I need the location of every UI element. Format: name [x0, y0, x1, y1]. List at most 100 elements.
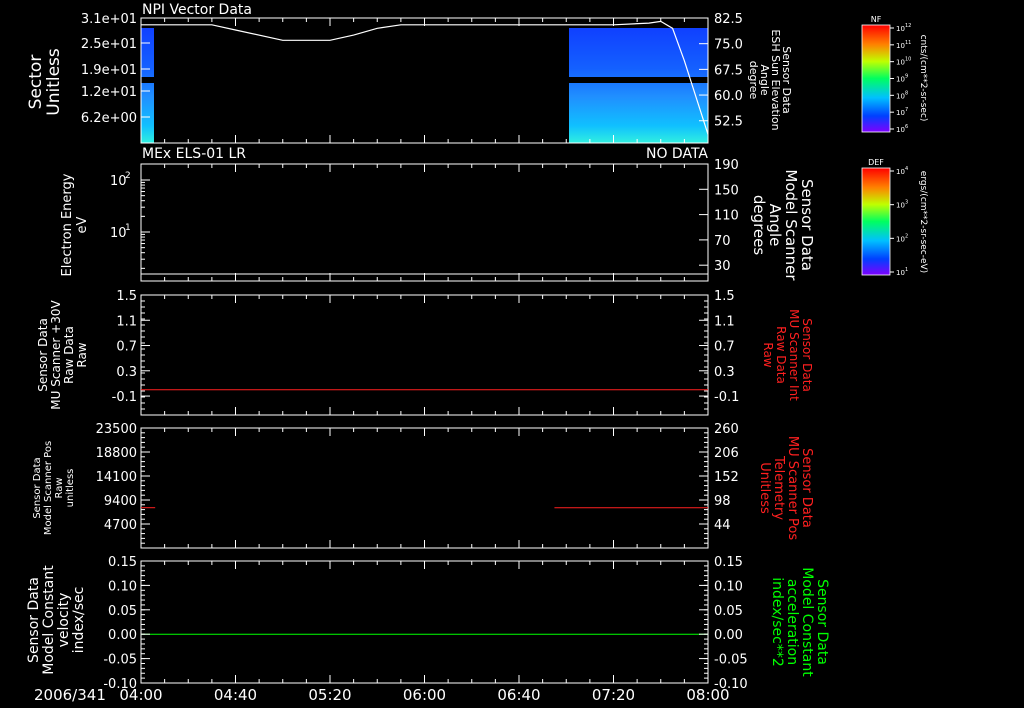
- panel4-ylabel-right-3: Telemetry: [771, 455, 786, 520]
- panel5-left-label-4: -0.05: [103, 653, 137, 668]
- panel3-ylabel-right-1: Sensor Data: [800, 318, 814, 392]
- colorbar-nf-label-1: 10: [896, 42, 905, 50]
- x-tick-label-0: 04:00: [119, 686, 162, 704]
- chart-figure: NPI Vector Data 3.1e+01 2.5e+01 1.9e+01 1.2…: [26, 2, 928, 704]
- panel1-right-label-4: 52.5: [714, 115, 743, 130]
- panel4-ylabel-left-4: unitless: [65, 469, 76, 508]
- panel2-ylabel-left-2: eV: [75, 216, 90, 233]
- panel2-no-data: NO DATA: [646, 146, 708, 162]
- colorbar-def-ticks: 10 410 310 210 1: [890, 166, 908, 277]
- panel2-right-label-1: 150: [714, 183, 739, 198]
- colorbar-nf-ticks: 10 1210 1110 1010 910 810 710 6: [890, 23, 911, 134]
- colorbar-nf-exp-2: 10: [905, 57, 911, 63]
- colorbar-def-label-3: 10: [896, 269, 905, 277]
- colorbar-nf-units: cnts/(cm**2-sr-sec): [918, 35, 928, 122]
- colorbar-nf-label-3: 10: [896, 76, 905, 84]
- colorbar-def-exp-1: 3: [905, 200, 908, 206]
- panel2-right-ticks: 190 150 110 70 30: [699, 158, 739, 274]
- colorbar-nf-label-0: 10: [896, 25, 905, 33]
- colorbar-nf-exp-5: 7: [905, 107, 908, 113]
- panel2-right-label-3: 70: [714, 234, 731, 249]
- x-tick-label-4: 06:40: [497, 686, 540, 704]
- panel5-ylabel-left-4: index/sec: [71, 587, 87, 654]
- panel5-left-label-0: 0.15: [108, 555, 137, 570]
- panel5-ylabel-left-3: velocity: [56, 593, 72, 648]
- x-tick-label-3: 06:00: [403, 686, 446, 704]
- panel5-ylabel-right-1: Sensor Data: [814, 579, 830, 665]
- panel1-left-label-0: 3.1e+01: [81, 12, 137, 27]
- panel1-heatmap-gap-a: [141, 77, 154, 83]
- panel4-ylabel-right-2: MU Scanner Pos: [785, 436, 800, 541]
- panel1-heatmap-a: [141, 28, 154, 143]
- panel4-right-label-1: 206: [714, 446, 739, 461]
- panel-npi-vector: NPI Vector Data 3.1e+01 2.5e+01 1.9e+01 1.2…: [26, 2, 793, 144]
- panel4-left-label-3: 9400: [104, 494, 137, 509]
- panel3-right-label-1: 1.1: [714, 314, 735, 329]
- colorbar-nf-label: NF: [871, 15, 882, 24]
- colorbar-def-bar: [861, 167, 891, 276]
- panel2-right-label-0: 190: [714, 158, 739, 173]
- panel2-x-ticks: [140, 164, 709, 281]
- colorbar-nf-label-5: 10: [896, 109, 905, 117]
- panel3-right-label-2: 0.7: [714, 340, 735, 355]
- panel2-right-label-2: 110: [714, 209, 739, 224]
- colorbar-def-label-0: 10: [896, 168, 905, 176]
- panel-model-scanner-pos: 23500 18800 14100 9400 4700 260 206 152 98 44 Se…: [32, 422, 814, 549]
- panel4-left-label-2: 14100: [96, 470, 137, 485]
- panel4-x-ticks: [140, 428, 709, 548]
- panel1-heatmap-gap-b: [569, 77, 708, 83]
- colorbar-nf-exp-6: 6: [905, 124, 908, 130]
- colorbar-nf: NF 10 1210 1110 1010 910 810 710 6 cnts/(cm**2-…: [861, 15, 928, 134]
- panel1-ylabel-right-4: degree: [747, 61, 760, 100]
- colorbar-nf-exp-4: 8: [905, 90, 908, 96]
- colorbar-def-label-2: 10: [896, 235, 905, 243]
- panel1-heatmap-b: [569, 28, 708, 143]
- panel4-right-label-2: 152: [714, 470, 739, 485]
- panel2-ylabel-left-1: Electron Energy: [60, 173, 75, 276]
- panel1-title: NPI Vector Data: [142, 2, 252, 18]
- panel-model-constant: 0.150.100.050.00-0.05-0.10 0.150.100.050…: [26, 555, 830, 692]
- panel5-x-ticks: [140, 561, 709, 683]
- panel1-right-label-3: 60.0: [714, 89, 743, 104]
- panel1-ylabel-left-2: Unitless: [44, 48, 64, 116]
- panel3-left-label-4: -0.1: [112, 390, 137, 405]
- panel5-ylabel-right-2: Model Constant: [799, 567, 815, 677]
- panel4-frame: [140, 427, 709, 549]
- panel5-right-label-3: 0.00: [714, 628, 743, 643]
- panel3-left-label-0: 1.5: [116, 289, 137, 304]
- colorbar-def-label: DEF: [868, 158, 884, 167]
- panel5-ylabel-right-4: index/sec**2: [769, 577, 785, 667]
- colorbar-nf-exp-0: 12: [905, 23, 911, 29]
- panel5-right-label-1: 0.10: [714, 579, 743, 594]
- panel1-ylabel-left-1: Sector: [26, 55, 46, 110]
- panel4-ylabel-left-3: Raw: [54, 477, 65, 498]
- panel5-ylabel-left-2: Model Constant: [41, 565, 57, 675]
- panel3-ylabel-left-1: Sensor Data: [36, 318, 50, 392]
- panel3-x-ticks: [140, 295, 709, 415]
- panel2-left-log-ticks: 10 2 10 1: [110, 171, 150, 241]
- panel5-ylabel-left-1: Sensor Data: [26, 577, 42, 663]
- panel2-frame: [140, 163, 709, 282]
- x-tick-label-2: 05:20: [308, 686, 351, 704]
- panel1-left-ticks: 3.1e+01 2.5e+01 1.9e+01 1.2e+01 6.2e+00: [81, 12, 150, 126]
- panel2-tick-exp-1: 2: [125, 171, 131, 181]
- x-axis-date: 2006/341: [34, 686, 106, 704]
- panel5-frame: [140, 560, 709, 684]
- panel3-frame: [140, 294, 709, 416]
- panel3-ylabel-right-2: MU Scanner Int: [787, 309, 801, 401]
- panel1-left-label-3: 1.2e+01: [81, 85, 137, 100]
- panel4-left-label-0: 23500: [96, 422, 137, 437]
- panel2-tick-exp-2: 1: [125, 223, 131, 233]
- panel5-right-label-0: 0.15: [714, 555, 743, 570]
- panel5-left-label-1: 0.10: [108, 579, 137, 594]
- panel5-left-label-3: 0.00: [108, 628, 137, 643]
- panel1-left-label-2: 1.9e+01: [81, 63, 137, 78]
- colorbar-def-exp-3: 1: [905, 267, 908, 273]
- panel4-right-label-0: 260: [714, 422, 739, 437]
- panel4-left-label-4: 4700: [104, 518, 137, 533]
- panel4-left-label-1: 18800: [96, 446, 137, 461]
- panel1-left-label-4: 6.2e+00: [81, 111, 137, 126]
- x-tick-label-1: 04:40: [214, 686, 257, 704]
- panel4-ylabel-right-1: Sensor Data: [799, 448, 814, 528]
- panel4-ylabel-left-1: Sensor Data: [32, 457, 43, 518]
